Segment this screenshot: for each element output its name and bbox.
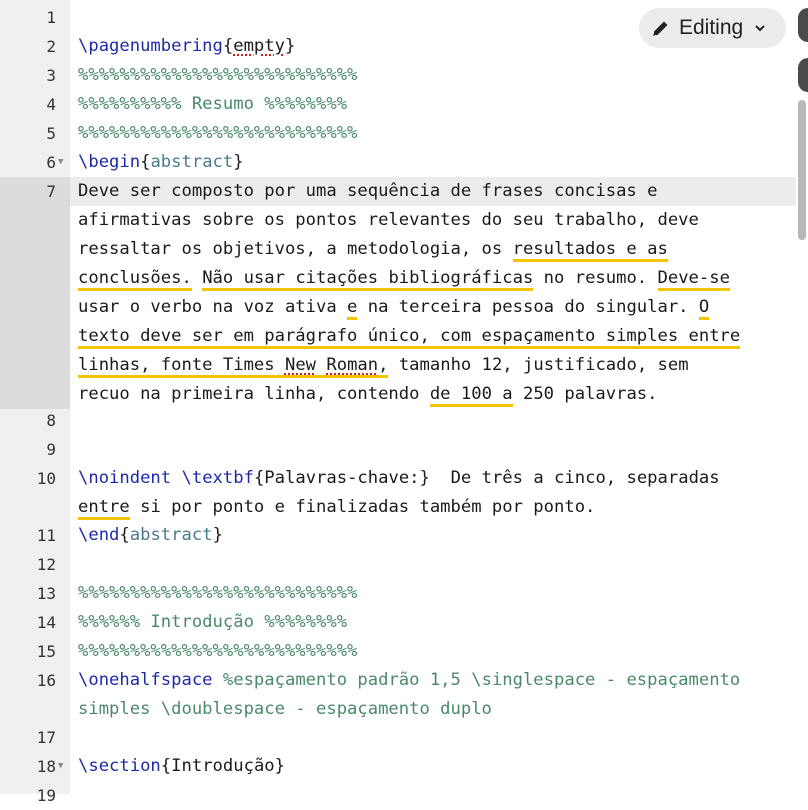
editing-mode-dropdown[interactable]: Editing	[639, 8, 786, 48]
code-line[interactable]: \pagenumbering{empty}	[78, 32, 295, 61]
brace: }	[419, 468, 430, 488]
code-line[interactable]: %%%%%%%%%%%%%%%%%%%%%%%%%%%	[78, 579, 357, 608]
line-number: 16	[36, 671, 56, 690]
code-line[interactable]: \noindent \textbf{Palavras-chave:} De tr…	[78, 464, 720, 493]
line-number: 11	[36, 526, 56, 545]
text: recuo na primeira linha, contendo	[78, 384, 430, 404]
latex-command: \pagenumbering	[78, 36, 223, 56]
text: De três a cinco, separadas	[429, 468, 720, 488]
latex-command: \begin	[78, 152, 141, 172]
code-line-wrap[interactable]: linhas, fonte Times New Roman, tamanho 1…	[78, 351, 689, 380]
brace: {	[222, 36, 234, 56]
code-line[interactable]: \end{abstract}	[78, 521, 223, 550]
line-number: 15	[36, 642, 56, 661]
vertical-scrollbar[interactable]	[798, 100, 806, 240]
text: 250 palavras.	[512, 384, 658, 404]
chevron-down-icon	[755, 25, 765, 32]
latex-command: \end	[78, 525, 120, 545]
side-panel-toggle[interactable]	[798, 58, 808, 92]
code-line-wrap[interactable]: texto deve ser em parágrafo único, com e…	[78, 322, 741, 351]
grammar-suggestion[interactable]: e	[347, 297, 358, 320]
code-line-wrap[interactable]: conclusões. Não usar citações bibliográf…	[78, 264, 730, 293]
line-number: 10	[36, 469, 56, 488]
grammar-suggestion[interactable]: O	[698, 297, 710, 320]
code-line-wrap[interactable]: entre si por ponto e finalizadas também …	[78, 493, 595, 522]
line-number: 2	[46, 37, 56, 56]
text: tamanho 12, justificado, sem	[388, 355, 689, 375]
latex-command: \section	[78, 756, 161, 776]
code-line[interactable]: \onehalfspace %espaçamento padrão 1,5 \s…	[78, 666, 740, 695]
line-number: 19	[36, 786, 56, 805]
text: no resumo.	[533, 268, 658, 288]
brace: {	[140, 152, 151, 172]
code-line-wrap[interactable]: simples \doublespace - espaçamento duplo	[78, 695, 492, 724]
code-line[interactable]: %%%%%% Introdução %%%%%%%%	[78, 608, 347, 637]
latex-argument: empty	[233, 36, 285, 56]
line-number: 4	[46, 95, 56, 114]
brace: {	[253, 468, 265, 488]
line-number: 14	[36, 613, 56, 632]
line-number: 9	[46, 440, 56, 459]
code-line-wrap[interactable]: usar o verbo na voz ativa e na terceira …	[78, 293, 710, 322]
brace: }	[284, 36, 296, 56]
code-line[interactable]: \section{Introdução}	[78, 752, 285, 781]
grammar-suggestion[interactable]: Não usar citações bibliográficas	[202, 268, 534, 291]
side-panel-toggle[interactable]	[798, 8, 808, 42]
brace: {	[119, 525, 130, 545]
grammar-suggestion[interactable]: linhas, fonte Times	[78, 355, 285, 378]
text: ressaltar os objetivos, a metodologia, o…	[78, 239, 513, 259]
text: na terceira pessoa do singular.	[357, 297, 699, 317]
latex-command: \textbf	[181, 468, 254, 488]
text	[192, 268, 202, 288]
line-number: 17	[36, 728, 56, 747]
spelling-suggestion[interactable]: Roman	[326, 355, 379, 378]
grammar-suggestion[interactable]: Deve-se	[657, 268, 730, 291]
line-number: 5	[46, 124, 56, 143]
grammar-suggestion[interactable]: entre	[78, 497, 130, 520]
brace: }	[274, 756, 285, 776]
brace: {	[160, 756, 172, 776]
line-number: 18	[36, 757, 56, 776]
code-line[interactable]: %%%%%%%%%%%%%%%%%%%%%%%%%%%	[78, 637, 357, 666]
editing-mode-label: Editing	[679, 16, 744, 39]
latex-command: \onehalfspace	[78, 670, 213, 690]
latex-argument: abstract	[150, 152, 234, 172]
code-line-wrap[interactable]: recuo na primeira linha, contendo de 100…	[78, 380, 658, 409]
code-line[interactable]: %%%%%%%%%%%%%%%%%%%%%%%%%%%	[78, 61, 357, 90]
text: usar o verbo na voz ativa	[78, 297, 348, 317]
grammar-suggestion[interactable]: resultados e as	[512, 239, 668, 262]
grammar-suggestion[interactable]: ,	[378, 355, 389, 378]
latex-argument: abstract	[129, 525, 213, 545]
latex-command: \noindent	[78, 468, 172, 488]
fold-arrow-icon[interactable]: ▼	[58, 752, 63, 781]
line-number: 6	[46, 153, 56, 172]
grammar-suggestion[interactable]: conclusões.	[78, 268, 192, 291]
text: si por ponto e finalizadas também por po…	[129, 497, 596, 517]
line-number: 1	[46, 8, 56, 27]
grammar-suggestion[interactable]	[316, 355, 327, 378]
line-number: 12	[36, 555, 56, 574]
line-number: 7	[46, 182, 56, 201]
grammar-suggestion[interactable]: de 100 a	[429, 384, 513, 407]
code-line[interactable]: Deve ser composto por uma sequência de f…	[78, 177, 657, 206]
code-line-wrap[interactable]: ressaltar os objetivos, a metodologia, o…	[78, 235, 668, 264]
code-line-wrap[interactable]: afirmativas sobre os pontos relevantes d…	[78, 206, 699, 235]
latex-argument: Palavras-chave:	[264, 468, 420, 488]
line-number: 8	[46, 411, 56, 430]
spelling-suggestion[interactable]: New	[284, 355, 317, 378]
latex-argument: Introdução	[171, 756, 275, 776]
brace: }	[212, 525, 223, 545]
code-line[interactable]: \begin{abstract}	[78, 148, 244, 177]
comment: %espaçamento padrão 1,5 \singlespace - e…	[212, 670, 741, 690]
pencil-icon	[653, 21, 668, 36]
fold-arrow-icon[interactable]: ▼	[58, 148, 63, 177]
code-line[interactable]: %%%%%%%%%% Resumo %%%%%%%%	[78, 90, 347, 119]
brace: }	[233, 152, 244, 172]
active-line-gutter-highlight	[0, 177, 70, 409]
grammar-suggestion[interactable]: texto deve ser em parágrafo único, com e…	[78, 326, 741, 349]
line-number: 3	[46, 66, 56, 85]
line-number: 13	[36, 584, 56, 603]
code-line[interactable]: %%%%%%%%%%%%%%%%%%%%%%%%%%%	[78, 119, 357, 148]
